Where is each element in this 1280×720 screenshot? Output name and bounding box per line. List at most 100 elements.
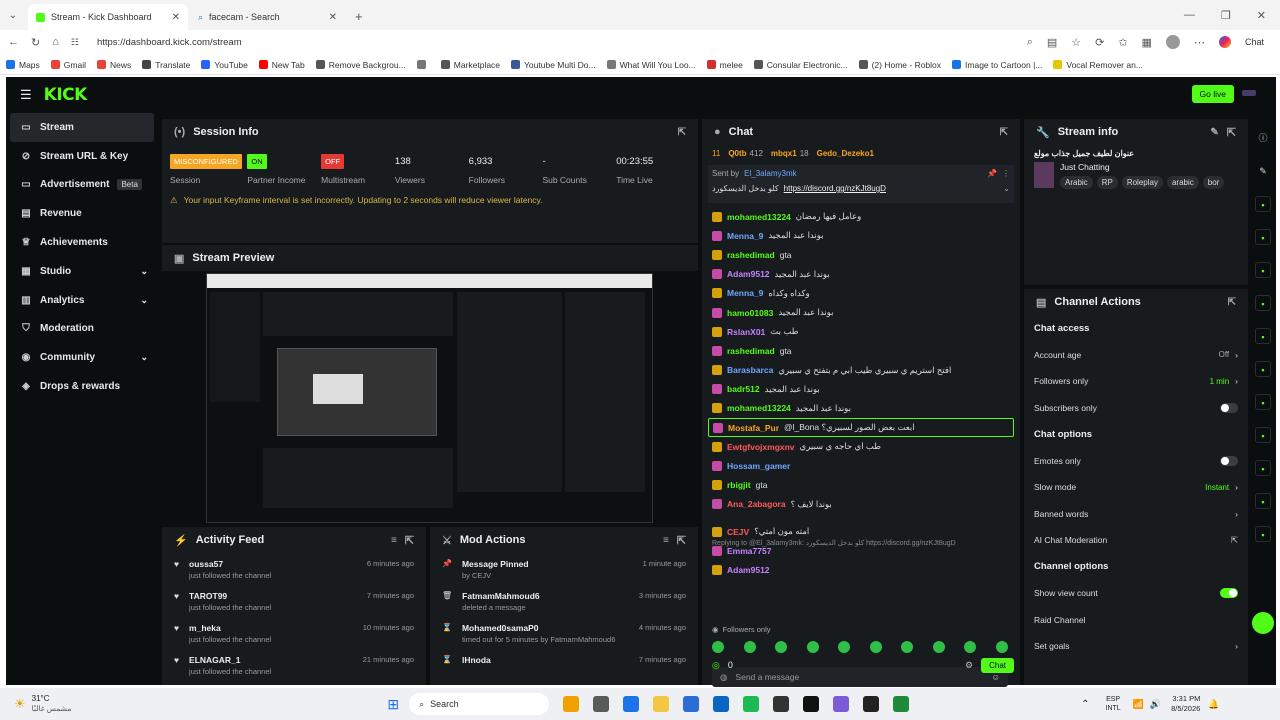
leaderboard-entry[interactable]: mbqx1 18 [771, 149, 809, 158]
tab-facecam-search[interactable]: ⌕ facecam - Search ✕ [190, 4, 345, 30]
toggle-switch[interactable] [1220, 402, 1238, 413]
tag-chip[interactable]: bor [1202, 176, 1225, 189]
points-icon[interactable]: ◎ [712, 660, 720, 671]
sidebar-item-drops-rewards[interactable]: ◈ Drops & rewards [6, 372, 158, 401]
tab-kick-dashboard[interactable]: Stream - Kick Dashboard ✕ [28, 4, 188, 30]
favorites-icon[interactable]: ✩ [1118, 36, 1127, 49]
menu-icon[interactable]: ☰ [20, 87, 32, 103]
sidebar-item-advertisement[interactable]: ▭ Advertisement Beta [6, 171, 158, 200]
setting-emotes-only[interactable]: Emotes only [1024, 448, 1248, 475]
collections-icon[interactable]: ▦ [1142, 36, 1152, 49]
chat-username[interactable]: Mostafa_Pur [728, 423, 779, 433]
taskbar-app-icon[interactable] [893, 696, 910, 712]
pinned-more-icon[interactable]: ⋮ [1002, 169, 1010, 178]
chat-username[interactable]: Adam9512 [727, 565, 770, 575]
sidebar-item-community[interactable]: ◉ Community ⌄ [6, 343, 158, 372]
chat-username[interactable]: CEJV [727, 527, 749, 537]
sidebar-item-analytics[interactable]: ▥ Analytics ⌄ [6, 286, 158, 315]
bookmark-item[interactable]: Vocal Remover an... [1053, 60, 1143, 70]
taskbar-app-icon[interactable] [593, 696, 610, 712]
new-tab-icon[interactable]: + [355, 9, 363, 24]
chat-button[interactable]: Chat [1245, 37, 1264, 47]
shortcut-10-icon[interactable]: ▪ [1255, 493, 1271, 509]
pin-icon[interactable]: 📌 [987, 169, 997, 178]
favorite-icon[interactable]: ☆ [1071, 36, 1081, 49]
tray-chevron-icon[interactable]: ⌃ [1081, 699, 1089, 710]
activity-user[interactable]: TAROT99 [189, 591, 271, 601]
support-icon[interactable] [1252, 612, 1274, 634]
chat-username[interactable]: rbigjit [727, 480, 751, 490]
bookmark-item[interactable]: YouTube [201, 60, 248, 70]
emote-icon[interactable] [775, 641, 788, 653]
expand-icon[interactable]: ⇱ [678, 127, 686, 138]
bookmark-item[interactable]: Consular Electronic... [753, 60, 848, 70]
wifi-icon[interactable]: 📶 [1133, 699, 1144, 710]
clock-time[interactable]: 3:31 PM [1171, 694, 1200, 704]
setting-followers-only[interactable]: Followers only 1 min › [1024, 368, 1248, 395]
home-icon[interactable]: ⌂ [52, 36, 59, 48]
chat-username[interactable]: rashedimad [727, 250, 775, 260]
more-icon[interactable]: ⋯ [1194, 36, 1205, 49]
expand-icon[interactable]: ⇱ [1000, 127, 1008, 138]
site-info-icon[interactable]: ☷ [71, 37, 79, 48]
tag-chip[interactable]: arabic [1166, 176, 1199, 189]
toggle-switch[interactable] [1220, 588, 1238, 599]
settings-icon[interactable]: ⚙ [965, 660, 973, 671]
sidebar-item-studio[interactable]: ▦ Studio ⌄ [6, 257, 158, 286]
chat-username[interactable]: Menna_9 [727, 288, 763, 298]
filter-icon[interactable]: ≡ [391, 535, 397, 546]
emote-icon[interactable] [995, 641, 1008, 653]
tab-menu-icon[interactable]: ⌄ [0, 10, 26, 21]
user-avatar[interactable] [1242, 90, 1256, 96]
filter-icon[interactable]: ≡ [663, 535, 669, 546]
start-icon[interactable]: ⊞ [387, 696, 399, 713]
bookmark-item[interactable]: News [97, 60, 131, 70]
chat-username[interactable]: Hossam_gamer [727, 461, 790, 471]
emote-icon[interactable] [932, 641, 945, 653]
stream-preview-video[interactable] [206, 273, 653, 523]
taskbar-app-icon[interactable] [563, 696, 580, 712]
setting-account-age[interactable]: Account age Off › [1024, 342, 1248, 369]
volume-icon[interactable]: 🔊 [1150, 699, 1161, 710]
close-tab-icon[interactable]: ✕ [172, 12, 180, 23]
emote-icon[interactable] [869, 641, 882, 653]
emote-icon[interactable] [838, 641, 851, 653]
close-window-icon[interactable]: ✕ [1257, 9, 1266, 22]
minimize-icon[interactable]: — [1184, 9, 1195, 22]
sidebar-item-stream-url-key[interactable]: ⊘ Stream URL & Key [6, 142, 158, 171]
chat-send-button[interactable]: Chat [981, 657, 1014, 673]
emote-icon[interactable] [964, 641, 977, 653]
chat-username[interactable]: Emma7757 [727, 546, 771, 556]
bookmark-item[interactable]: Remove Backgrou... [315, 60, 406, 70]
chat-username[interactable]: mohamed13224 [727, 212, 791, 222]
emote-icon[interactable] [806, 641, 819, 653]
taskbar-app-icon[interactable] [713, 696, 730, 712]
chevron-down-icon[interactable]: ⌄ [140, 266, 148, 277]
sidebar-item-stream[interactable]: ▭ Stream [10, 113, 154, 142]
edit-icon[interactable]: ✎ [1210, 127, 1218, 138]
taskbar-app-icon[interactable] [773, 696, 790, 712]
sidebar-item-achievements[interactable]: ♕ Achievements [6, 228, 158, 257]
clock-date[interactable]: 8/5/2026 [1171, 704, 1200, 714]
copilot-icon[interactable] [1218, 36, 1231, 48]
shortcut-9-icon[interactable]: ▪ [1255, 460, 1271, 476]
chat-username[interactable]: badr512 [727, 384, 760, 394]
pinned-link[interactable]: https://discord.gg/nzKJt8ugD [784, 184, 886, 193]
taskbar-app-icon[interactable] [833, 696, 850, 712]
sidebar-item-revenue[interactable]: ▤ Revenue [6, 199, 158, 228]
chat-username[interactable]: Barasbarca [727, 365, 773, 375]
chat-username[interactable]: Menna_9 [727, 231, 763, 241]
taskbar-app-icon[interactable] [803, 696, 820, 712]
weather-icon[interactable]: ☀ [14, 696, 26, 712]
pencil-icon[interactable]: ✎ [1255, 163, 1271, 179]
emote-icon[interactable] [743, 641, 756, 653]
chat-username[interactable]: rashedimad [727, 346, 775, 356]
profile-avatar[interactable] [1165, 35, 1180, 49]
setting-raid-channel[interactable]: Raid Channel [1024, 607, 1248, 634]
setting-ai-chat-moderation[interactable]: AI Chat Moderation ⇱ [1024, 527, 1248, 554]
activity-user[interactable]: ELNAGAR_1 [189, 655, 271, 665]
bookmark-item[interactable]: Translate [142, 60, 190, 70]
zoom-icon[interactable]: ⌕ [1027, 36, 1033, 49]
leaderboard-entry[interactable]: Gedo_Dezeko1 [817, 149, 877, 158]
maximize-icon[interactable]: ❐ [1221, 9, 1231, 22]
